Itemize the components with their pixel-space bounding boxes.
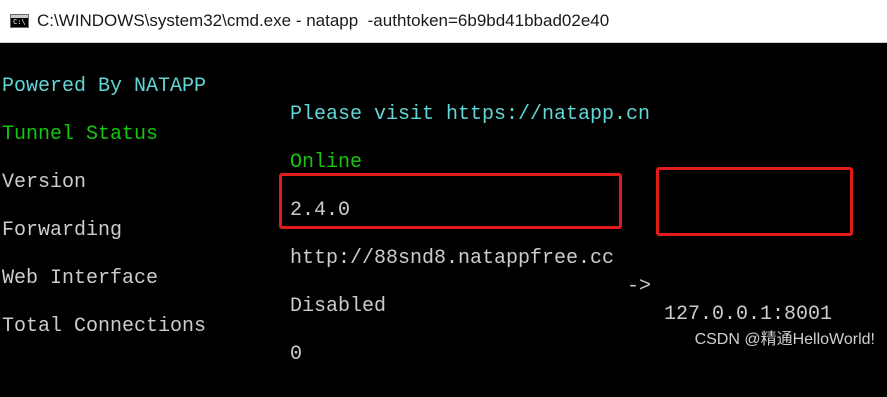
tunnel-status-row: Tunnel Status Online (2, 93, 882, 174)
total-connections-row: Total Connections 0 (2, 285, 882, 366)
version-row: Version 2.4.0 (2, 141, 882, 222)
row-label: Total Connections (2, 315, 207, 338)
console-output: Powered By NATAPP Please visit https://n… (0, 43, 887, 366)
highlight-box-url (279, 173, 622, 229)
web-interface-row: Web Interface Disabled (2, 237, 882, 318)
window-title: C:\WINDOWS\system32\cmd.exe - natapp -au… (37, 11, 610, 30)
watermark: CSDN @精通HelloWorld! (694, 331, 875, 348)
highlight-box-target (656, 167, 853, 236)
cmd-icon[interactable]: C:\ (10, 14, 29, 28)
window-titlebar: C:\ C:\WINDOWS\system32\cmd.exe - natapp… (0, 0, 887, 43)
powered-by-row: Powered By NATAPP Please visit https://n… (2, 45, 882, 126)
row-value: 0 (290, 343, 303, 366)
